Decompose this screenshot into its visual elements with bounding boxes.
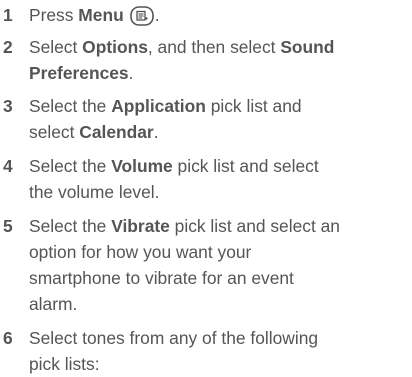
application-term: Application — [111, 96, 206, 116]
step-text: Select the Application pick list and sel… — [29, 96, 302, 142]
menu-key-icon — [129, 6, 154, 33]
step-number: 2 — [3, 37, 13, 57]
step-number: 1 — [3, 5, 13, 25]
step-text: Press Menu . — [29, 2, 412, 33]
step-text-plain: Press — [29, 5, 79, 25]
menu-term: Menu — [78, 5, 124, 25]
step-number: 3 — [3, 96, 13, 116]
preferences-term: Preferences — [29, 63, 129, 83]
step-number: 4 — [3, 156, 13, 176]
step-text: Select tones from any of the following p… — [29, 328, 319, 374]
step-text: Select Options, and then select Sound Pr… — [29, 37, 335, 83]
step-text: Select the Vibrate pick list and select … — [29, 216, 340, 314]
volume-term: Volume — [111, 156, 173, 176]
step-text: Select the Volume pick list and select t… — [29, 156, 319, 202]
options-term: Options — [82, 37, 148, 57]
instruction-steps: 1 Press Menu . 2 Select Options, and the… — [0, 0, 412, 377]
sound-term: Sound — [280, 37, 335, 57]
step-number: 6 — [3, 328, 13, 348]
step-number: 5 — [3, 216, 13, 236]
vibrate-term: Vibrate — [111, 216, 170, 236]
calendar-term: Calendar — [79, 122, 154, 142]
